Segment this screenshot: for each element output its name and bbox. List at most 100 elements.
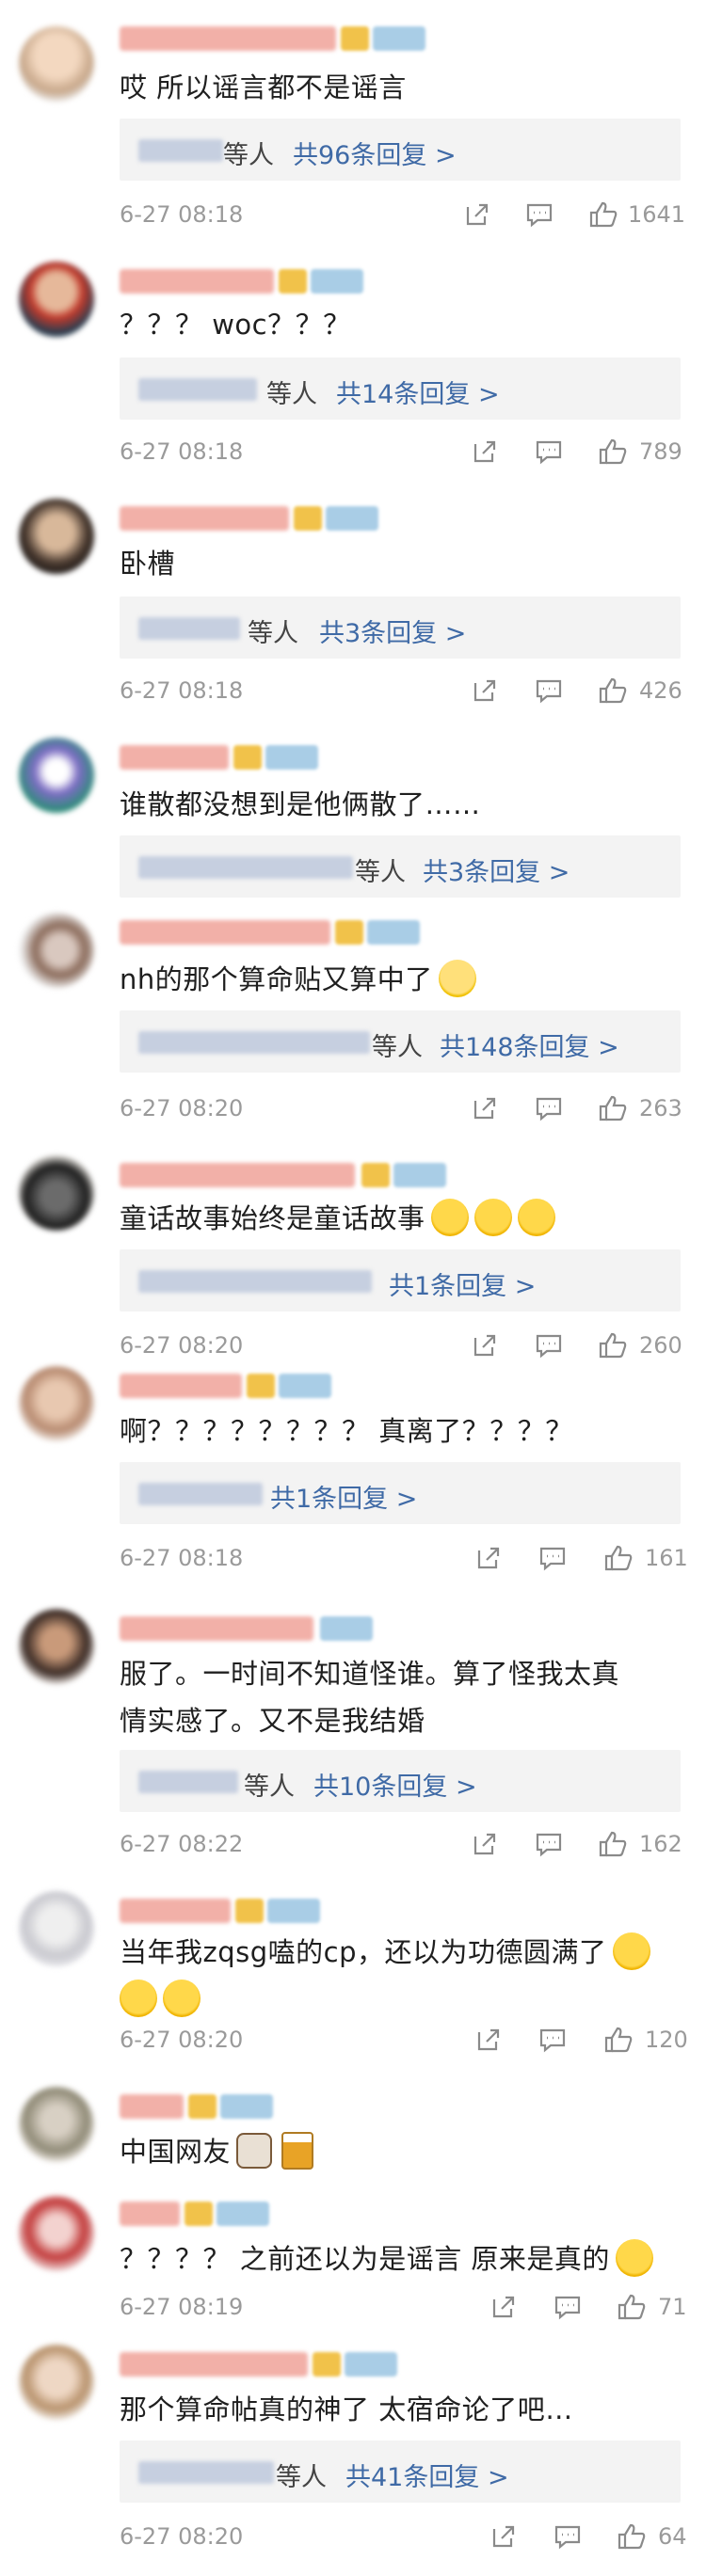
- level-badge: [393, 1163, 446, 1187]
- reply-link[interactable]: 共1条回复 >: [270, 1478, 417, 1515]
- avatar[interactable]: [19, 1155, 94, 1231]
- comment-text: 服了。一时间不知道怪谁。算了怪我太真情实感了。又不是我结婚: [120, 1658, 620, 1737]
- reply-link[interactable]: 共3条回复 >: [423, 851, 570, 888]
- reply-link[interactable]: 共14条回复 >: [336, 374, 500, 410]
- reply-box[interactable]: 共1条回复 >: [120, 1249, 681, 1312]
- like-count: 120: [645, 2027, 688, 2053]
- share-icon[interactable]: [489, 2292, 519, 2322]
- like-icon[interactable]: [598, 1093, 628, 1123]
- avatar[interactable]: [19, 26, 94, 102]
- avatar[interactable]: [19, 1609, 94, 1684]
- share-icon[interactable]: [489, 2521, 519, 2552]
- username[interactable]: [120, 1374, 242, 1398]
- avatar[interactable]: [19, 1366, 94, 1441]
- username[interactable]: [120, 2352, 308, 2377]
- level-badge: [326, 506, 378, 531]
- reply-box[interactable]: 等人 共148条回复 >: [120, 1010, 681, 1073]
- comment-icon[interactable]: [534, 1330, 564, 1360]
- reply-box[interactable]: 等人 共96条回复 >: [120, 119, 681, 181]
- share-icon[interactable]: [470, 1330, 500, 1360]
- reply-link[interactable]: 共3条回复 >: [319, 612, 466, 649]
- reply-link[interactable]: 共148条回复 >: [440, 1026, 619, 1063]
- reply-who: 等人: [223, 141, 274, 170]
- username[interactable]: [120, 2202, 180, 2226]
- share-icon[interactable]: [470, 1093, 500, 1123]
- avatar[interactable]: [19, 499, 94, 574]
- avatar[interactable]: [19, 1891, 94, 1966]
- like-icon[interactable]: [588, 199, 618, 230]
- reply-link[interactable]: 共96条回复 >: [293, 135, 457, 171]
- member-badge: [335, 920, 363, 945]
- comment-icon[interactable]: [524, 199, 554, 230]
- comment-icon[interactable]: [553, 2292, 583, 2322]
- like-icon[interactable]: [598, 676, 628, 706]
- comment-icon[interactable]: [538, 1543, 568, 1573]
- avatar[interactable]: [19, 2196, 94, 2271]
- reply-who: 等人: [248, 619, 298, 648]
- comment-text: ？？？？ 之前还以为是谣言 原来是真的: [120, 2235, 694, 2282]
- laughing-tears-emoji-icon: [517, 1199, 555, 1236]
- comment-icon[interactable]: [534, 1829, 564, 1859]
- comment-text: 那个算命帖真的神了 太宿命论了吧…: [120, 2393, 573, 2425]
- comment-text: ？？？ woc？？？: [120, 309, 351, 341]
- reply-user-blur: [138, 617, 240, 640]
- share-icon[interactable]: [473, 2025, 504, 2055]
- comment-icon[interactable]: [538, 2025, 568, 2055]
- reply-box[interactable]: 等人 共3条回复 >: [120, 596, 681, 659]
- share-icon[interactable]: [462, 199, 492, 230]
- comment-text: 哎 所以谣言都不是谣言: [120, 72, 407, 103]
- comment-icon[interactable]: [534, 437, 564, 467]
- like-icon[interactable]: [598, 1330, 628, 1360]
- comment-icon[interactable]: [534, 676, 564, 706]
- like-count: 263: [639, 1095, 682, 1121]
- avatar[interactable]: [19, 913, 94, 988]
- reply-link[interactable]: 共10条回复 >: [313, 1766, 477, 1803]
- timestamp: 6-27 08:20: [120, 2523, 244, 2550]
- comment-meta: 6-27 08:22 162: [120, 1829, 682, 1861]
- reply-box[interactable]: 等人 共10条回复 >: [120, 1750, 681, 1812]
- reply-box[interactable]: 等人 共3条回复 >: [120, 835, 681, 898]
- like-icon[interactable]: [598, 1829, 628, 1859]
- username[interactable]: [120, 26, 336, 51]
- avatar[interactable]: [19, 2345, 94, 2420]
- reply-who: 等人: [276, 2463, 327, 2492]
- username[interactable]: [120, 745, 229, 770]
- username[interactable]: [120, 1616, 313, 1641]
- avatar[interactable]: [19, 262, 94, 337]
- reply-box[interactable]: 等人 共14条回复 >: [120, 358, 681, 420]
- like-icon[interactable]: [617, 2292, 647, 2322]
- like-icon[interactable]: [617, 2521, 647, 2552]
- username[interactable]: [120, 506, 289, 531]
- level-badge: [265, 745, 318, 770]
- laughing-emoji-icon: [163, 1980, 201, 2017]
- like-icon[interactable]: [603, 2025, 634, 2055]
- share-icon[interactable]: [470, 437, 500, 467]
- comment-icon[interactable]: [553, 2521, 583, 2552]
- share-icon[interactable]: [473, 1543, 504, 1573]
- username[interactable]: [120, 920, 330, 945]
- reply-user-blur: [138, 1270, 372, 1293]
- share-icon[interactable]: [470, 676, 500, 706]
- reply-link[interactable]: 共41条回复 >: [345, 2457, 509, 2493]
- comment-text-content: 中国网友: [120, 2136, 232, 2168]
- member-badge: [247, 1374, 275, 1398]
- laughing-tears-emoji-icon: [430, 1199, 469, 1236]
- username[interactable]: [120, 269, 274, 294]
- reply-link[interactable]: 共1条回复 >: [389, 1265, 536, 1302]
- comment-meta: 6-27 08:18 1641: [120, 199, 685, 231]
- like-icon[interactable]: [598, 437, 628, 467]
- timestamp: 6-27 08:18: [120, 1545, 244, 1571]
- avatar[interactable]: [19, 2087, 94, 2162]
- reply-box[interactable]: 等人 共41条回复 >: [120, 2441, 681, 2503]
- avatar[interactable]: [19, 738, 94, 813]
- username[interactable]: [120, 1163, 355, 1187]
- like-icon[interactable]: [603, 1543, 634, 1573]
- username[interactable]: [120, 1899, 231, 1923]
- username[interactable]: [120, 2094, 184, 2119]
- comment-icon[interactable]: [534, 1093, 564, 1123]
- share-icon[interactable]: [470, 1829, 500, 1859]
- reply-box[interactable]: 共1条回复 >: [120, 1462, 681, 1524]
- like-count: 1641: [628, 201, 686, 228]
- reply-who: 等人: [372, 1033, 423, 1062]
- member-badge: [279, 269, 307, 294]
